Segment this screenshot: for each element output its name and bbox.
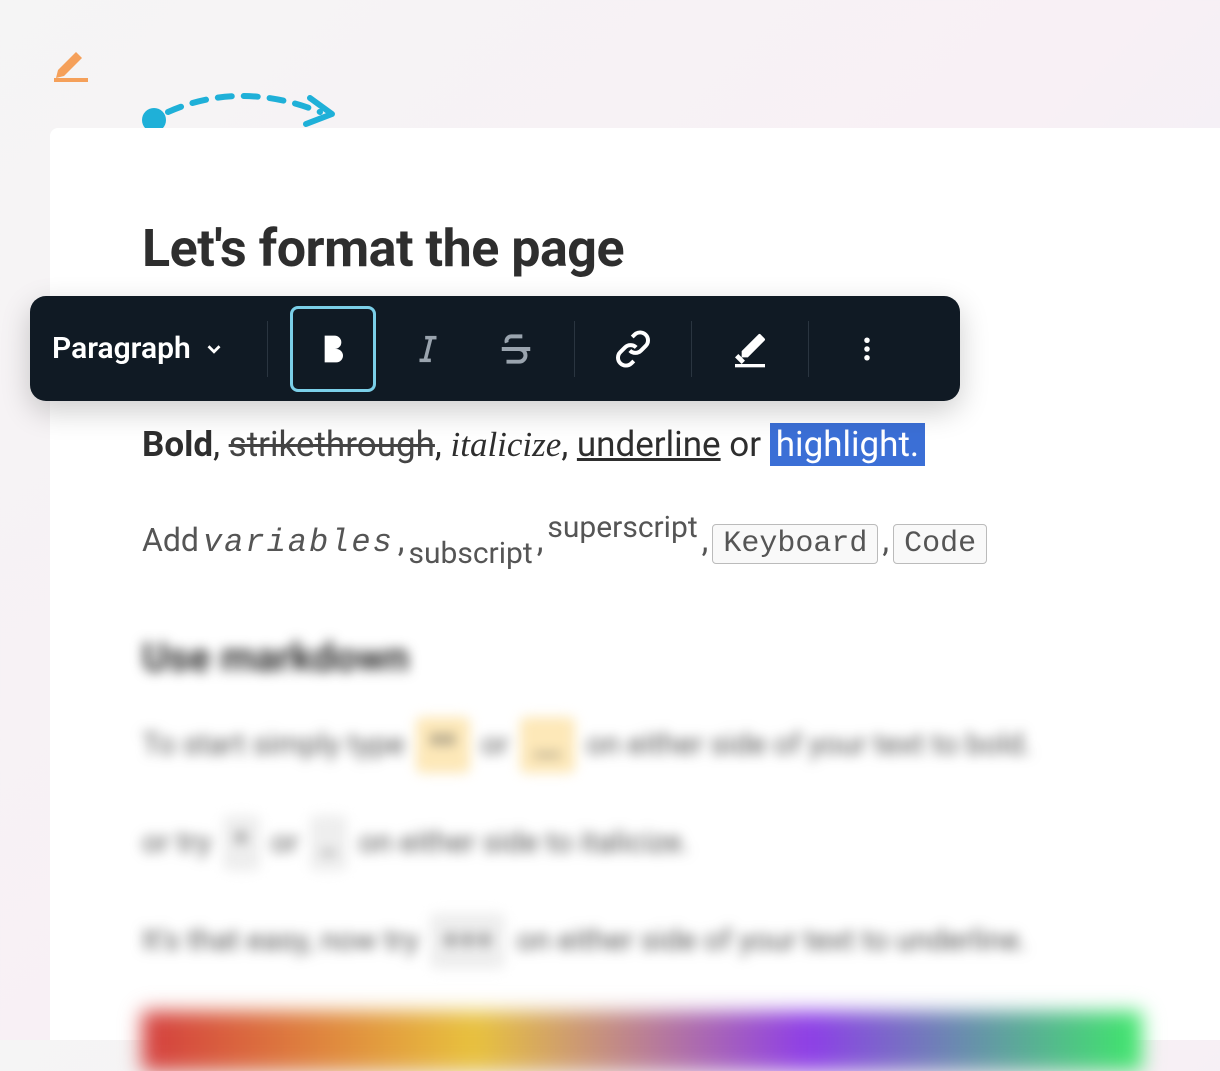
chip: _ <box>310 815 348 871</box>
more-button[interactable] <box>831 313 903 385</box>
variable-sample: variables <box>203 524 394 561</box>
chip: __ <box>520 717 575 773</box>
link-button[interactable] <box>597 313 669 385</box>
chip: ** <box>416 717 470 773</box>
chevron-down-icon <box>203 338 225 360</box>
divider <box>267 321 268 377</box>
sep: , <box>435 424 451 465</box>
subscript-sample: subscript <box>409 536 533 571</box>
divider <box>808 321 809 377</box>
sep: , <box>882 520 889 560</box>
bold-sample: Bold <box>142 424 213 465</box>
divider <box>691 321 692 377</box>
format-examples-line: Bold, strikethrough, italicize, underlin… <box>142 419 1220 472</box>
highlight-sample: highlight. <box>770 423 925 466</box>
paragraph-style-label: Paragraph <box>52 331 191 366</box>
strikethrough-button[interactable] <box>480 313 552 385</box>
bold-icon <box>313 329 353 369</box>
italic-icon <box>411 332 445 366</box>
divider <box>574 321 575 377</box>
formatting-toolbar: Paragraph <box>30 296 960 401</box>
markdown-p2: or try * or _ on either side to italiciz… <box>142 815 1220 871</box>
add-text: Add <box>142 521 199 559</box>
keyboard-sample: Keyboard <box>712 524 878 564</box>
blurred-content: Use markdown To start simply type ** or … <box>142 634 1220 1071</box>
blurred-image <box>142 1011 1142 1071</box>
chip: * <box>223 815 260 871</box>
link-icon <box>614 330 652 368</box>
chip: +++ <box>430 913 505 969</box>
sep: , <box>398 520 405 560</box>
italic-sample: italicize <box>451 425 562 464</box>
sep: , <box>537 520 544 560</box>
underline-sample: underline <box>577 424 721 465</box>
document-panel: Let's format the page Bold, strikethroug… <box>50 128 1220 1040</box>
paragraph-style-select[interactable]: Paragraph <box>52 331 253 366</box>
sep: , <box>561 424 577 465</box>
bold-button[interactable] <box>290 306 376 392</box>
strike-sample: strikethrough <box>229 424 435 465</box>
code-sample: Code <box>893 524 987 564</box>
advanced-examples-line: Add variables , subscript , superscript … <box>142 520 1220 564</box>
markdown-p3: It's that easy, now try +++ on either si… <box>142 913 1220 969</box>
highlighter-icon <box>730 329 770 369</box>
or-text: or <box>721 424 770 465</box>
markdown-heading: Use markdown <box>142 634 1220 681</box>
italic-button[interactable] <box>392 313 464 385</box>
highlight-button[interactable] <box>714 313 786 385</box>
more-vertical-icon <box>852 334 882 364</box>
page-title: Let's format the page <box>142 218 1220 279</box>
strikethrough-icon <box>497 330 535 368</box>
sep: , <box>702 520 709 560</box>
edit-icon <box>50 42 90 82</box>
superscript-sample: superscript <box>547 510 697 545</box>
markdown-p1: To start simply type ** or __ on either … <box>142 717 1220 773</box>
sep: , <box>213 424 229 465</box>
